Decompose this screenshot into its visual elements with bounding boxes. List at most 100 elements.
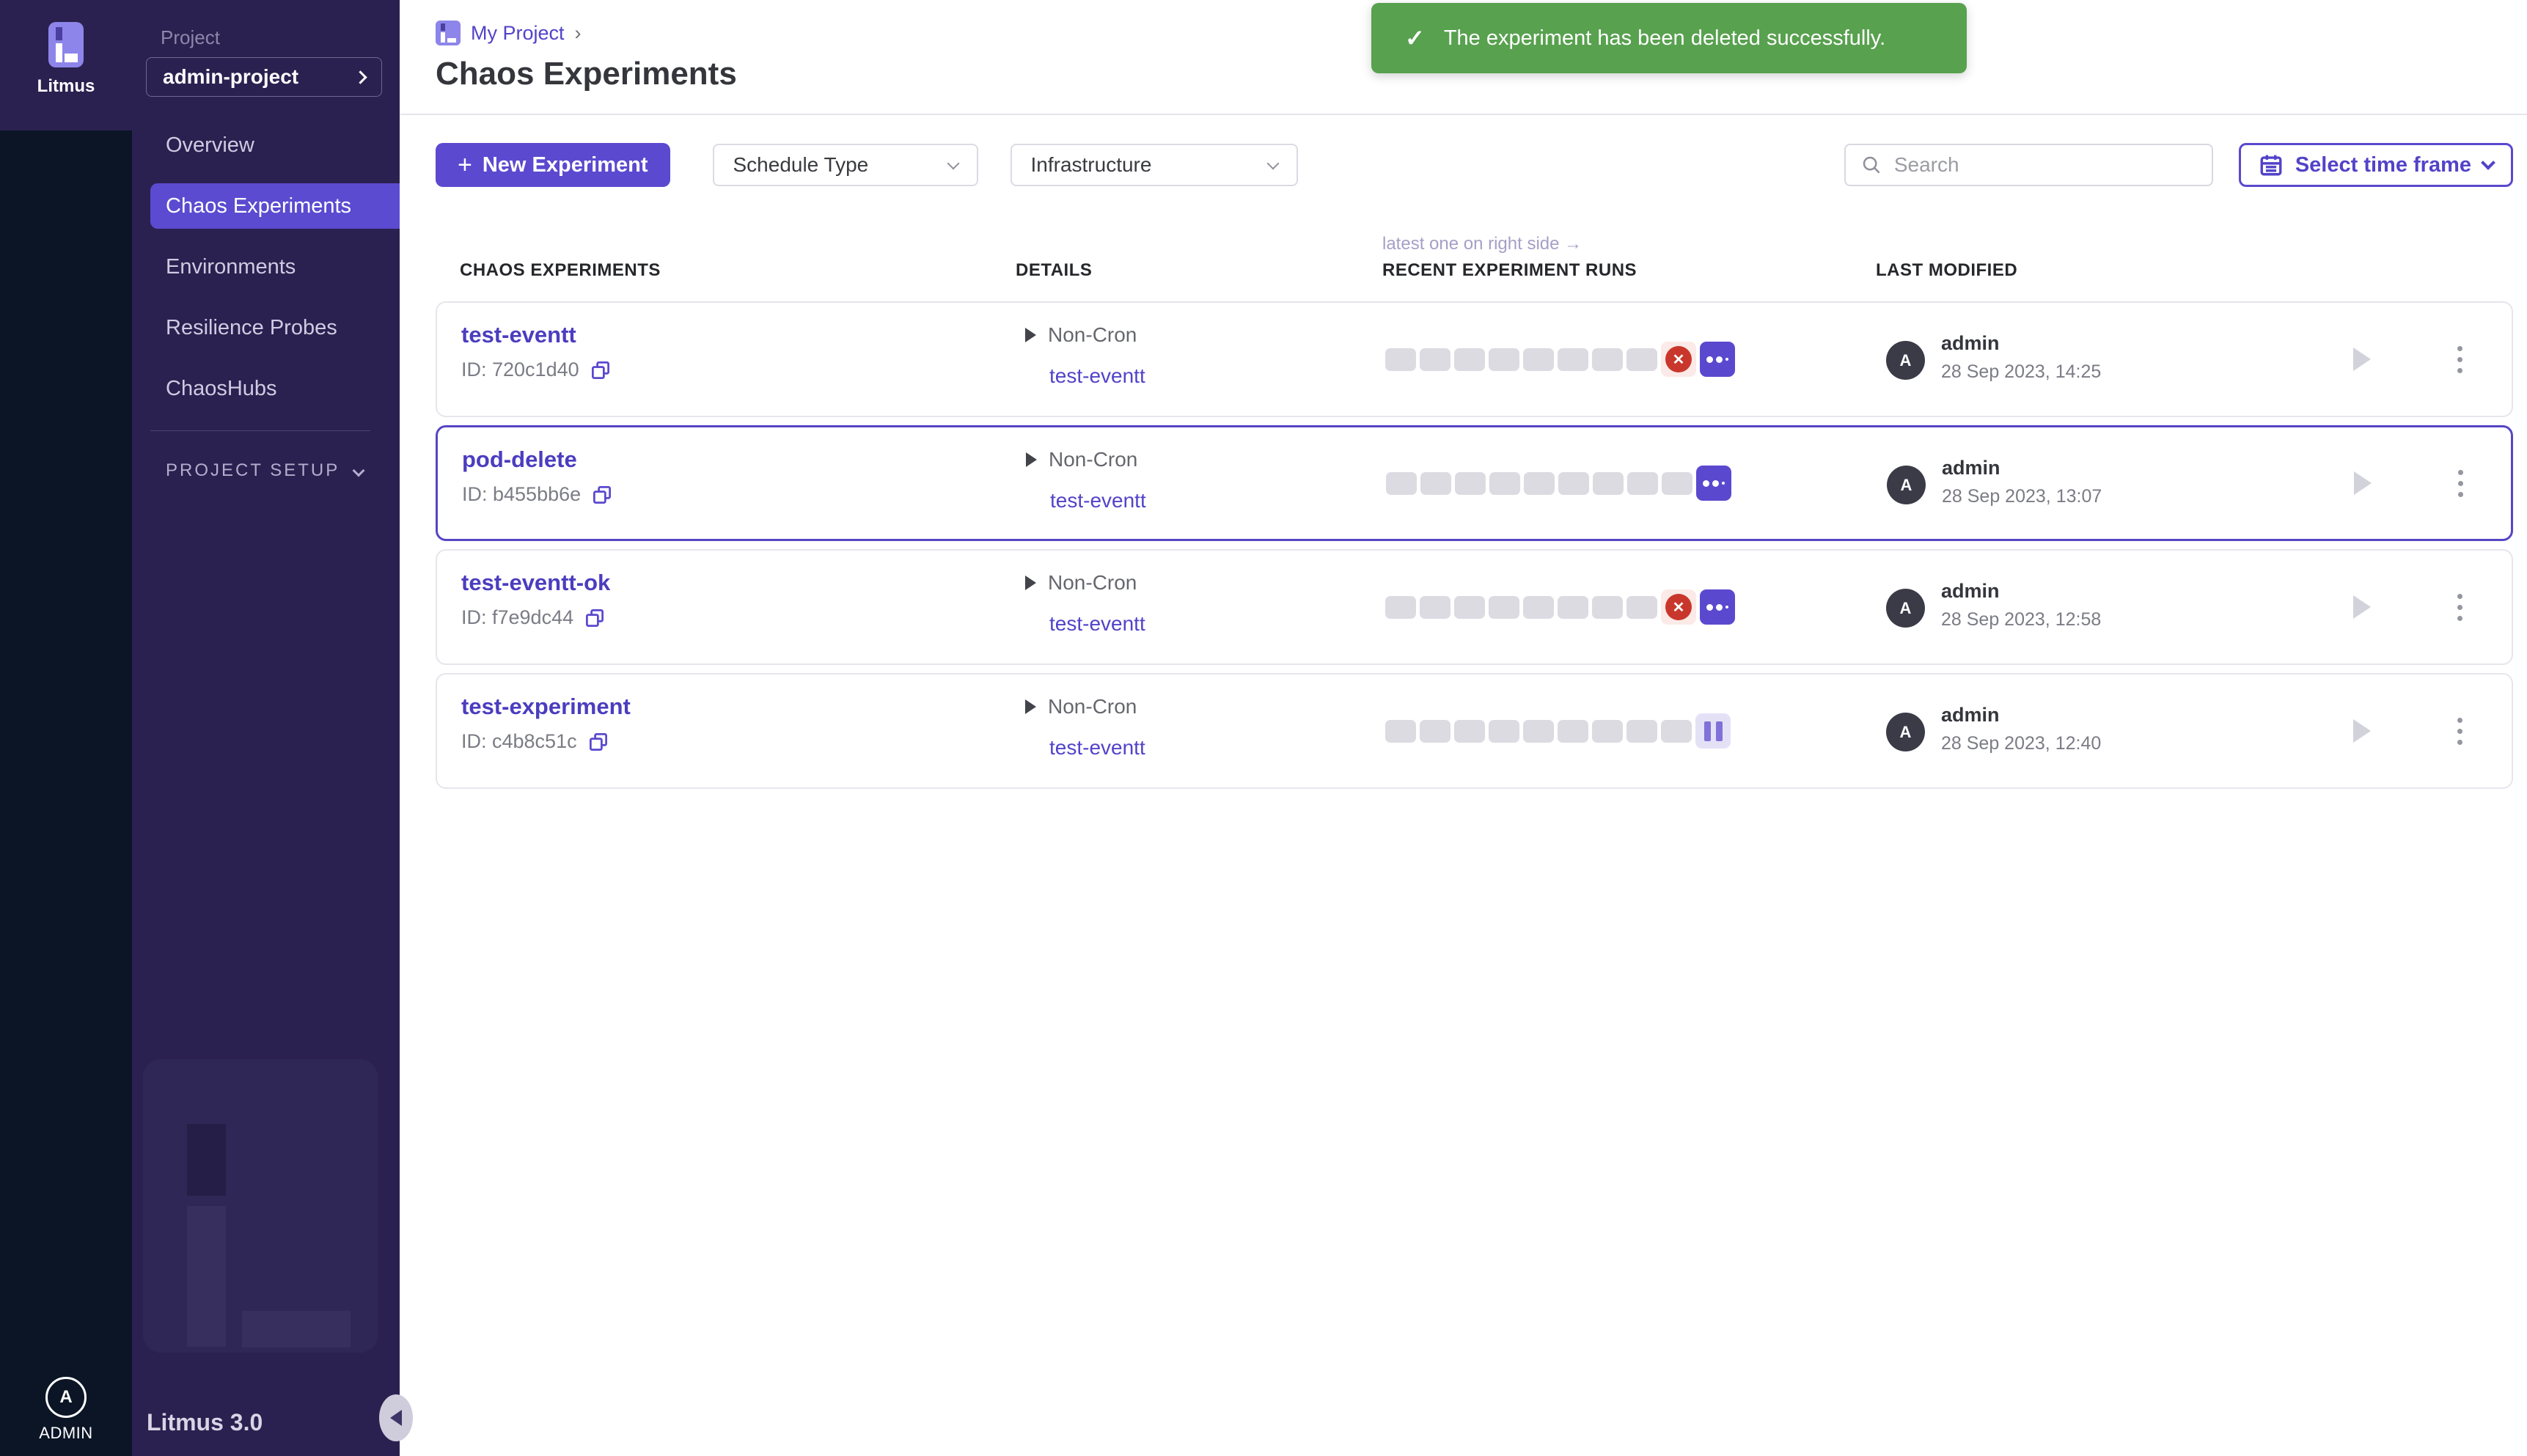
run-experiment-button[interactable]	[2344, 551, 2380, 663]
run-indicator-failed[interactable]: ✕	[1661, 342, 1696, 377]
search-input[interactable]	[1894, 153, 2197, 177]
experiment-id: ID: b455bb6e	[462, 483, 581, 506]
infrastructure-link[interactable]: test-eventt	[1049, 364, 1145, 388]
copy-icon[interactable]	[584, 607, 606, 629]
run-indicator-empty	[1385, 348, 1416, 371]
sidebar-nav: Overview Chaos Experiments Environments …	[132, 122, 400, 427]
run-indicator-empty	[1386, 472, 1417, 495]
table-header: latest one on right side → CHAOS EXPERIM…	[436, 229, 2513, 293]
copy-icon[interactable]	[587, 731, 609, 753]
recent-runs: ✕	[1385, 551, 1735, 663]
run-indicator-paused[interactable]	[1695, 713, 1731, 749]
experiment-name-link[interactable]: test-eventt	[461, 322, 576, 348]
litmus-mini-icon	[436, 21, 461, 45]
schedule-type-select[interactable]: Schedule Type	[713, 144, 978, 186]
run-indicator-empty	[1420, 596, 1450, 619]
schedule-type: Non-Cron	[1048, 571, 1137, 595]
user-label: ADMIN	[39, 1424, 92, 1443]
infrastructure-link[interactable]: test-eventt	[1050, 489, 1146, 512]
user-menu[interactable]: A ADMIN	[39, 1377, 92, 1443]
run-indicator-empty	[1454, 720, 1485, 743]
sidebar-item-overview[interactable]: Overview	[150, 122, 400, 168]
run-indicator-empty	[1385, 720, 1416, 743]
check-icon: ✓	[1405, 24, 1425, 52]
user-avatar[interactable]: A	[45, 1377, 87, 1418]
search-icon	[1860, 154, 1882, 176]
run-indicator-failed[interactable]: ✕	[1661, 589, 1696, 625]
modified-date: 28 Sep 2023, 13:07	[1942, 486, 2102, 507]
runs-order-note: latest one on right side →	[1382, 234, 1582, 254]
sidebar: Project admin-project Overview Chaos Exp…	[132, 0, 400, 1456]
sidebar-item-environments[interactable]: Environments	[150, 244, 400, 290]
project-setup-toggle[interactable]: PROJECT SETUP	[166, 460, 370, 481]
copy-icon[interactable]	[590, 359, 612, 381]
row-menu-button[interactable]	[2445, 303, 2474, 416]
chevron-down-icon	[353, 465, 365, 477]
run-indicator-running[interactable]	[1700, 589, 1735, 625]
sidebar-item-chaos-experiments[interactable]: Chaos Experiments	[150, 183, 400, 229]
experiment-row[interactable]: test-eventt-ok ID: f7e9dc44 Non-Cron tes…	[436, 549, 2513, 665]
recent-runs	[1386, 427, 1731, 539]
run-indicator-empty	[1489, 348, 1519, 371]
play-icon	[2353, 595, 2371, 619]
breadcrumb-separator: ›	[575, 22, 582, 45]
toolbar: + New Experiment Schedule Type Infrastru…	[436, 143, 2513, 187]
run-indicator-empty	[1523, 596, 1554, 619]
search-box	[1844, 144, 2213, 186]
experiment-name-link[interactable]: test-eventt-ok	[461, 570, 610, 596]
run-indicator-empty	[1489, 720, 1519, 743]
run-indicator-empty	[1489, 596, 1519, 619]
run-indicator-empty	[1523, 348, 1554, 371]
sidebar-collapse-button[interactable]	[379, 1394, 413, 1441]
modified-by: admin	[1942, 457, 2000, 479]
run-indicator-empty	[1592, 348, 1623, 371]
run-indicator-empty	[1558, 596, 1588, 619]
infrastructure-link[interactable]: test-eventt	[1049, 612, 1145, 636]
success-toast[interactable]: ✓ The experiment has been deleted succes…	[1371, 3, 1967, 73]
experiment-row[interactable]: test-experiment ID: c4b8c51c Non-Cron te…	[436, 673, 2513, 789]
run-indicator-empty	[1454, 596, 1485, 619]
run-indicator-empty	[1420, 720, 1450, 743]
breadcrumb: My Project ›	[436, 21, 582, 45]
run-indicator-running[interactable]	[1700, 342, 1735, 377]
brand-block: Litmus	[0, 0, 132, 130]
infrastructure-link[interactable]: test-eventt	[1049, 736, 1145, 760]
play-icon	[1025, 699, 1036, 714]
avatar: A	[1886, 713, 1925, 751]
recent-runs	[1385, 674, 1731, 787]
run-experiment-button[interactable]	[2344, 427, 2381, 539]
run-indicator-empty	[1523, 720, 1554, 743]
experiment-row[interactable]: pod-delete ID: b455bb6e Non-Cron test-ev…	[436, 425, 2513, 541]
run-indicator-empty	[1420, 348, 1450, 371]
experiment-name-link[interactable]: pod-delete	[462, 446, 577, 473]
modified-date: 28 Sep 2023, 12:40	[1941, 733, 2101, 754]
select-time-frame-button[interactable]: Select time frame	[2239, 143, 2513, 187]
schedule-type: Non-Cron	[1049, 448, 1137, 471]
run-experiment-button[interactable]	[2344, 303, 2380, 416]
chevron-down-icon	[2481, 155, 2495, 170]
litmus-watermark	[143, 1059, 378, 1353]
run-experiment-button[interactable]	[2344, 674, 2380, 787]
project-label: Project	[161, 26, 220, 49]
run-indicator-running[interactable]	[1696, 466, 1731, 501]
schedule-type: Non-Cron	[1048, 323, 1137, 347]
row-menu-button[interactable]	[2445, 551, 2474, 663]
litmus-logo-icon[interactable]	[48, 22, 84, 67]
run-indicator-empty	[1558, 720, 1588, 743]
project-selector[interactable]: admin-project	[146, 57, 382, 97]
experiments-list: test-eventt ID: 720c1d40 Non-Cron test-e…	[436, 301, 2513, 789]
experiment-id: ID: c4b8c51c	[461, 730, 577, 753]
row-menu-button[interactable]	[2445, 674, 2474, 787]
copy-icon[interactable]	[591, 484, 613, 506]
modified-date: 28 Sep 2023, 14:25	[1941, 361, 2101, 383]
experiment-name-link[interactable]: test-experiment	[461, 694, 631, 720]
row-menu-button[interactable]	[2446, 427, 2475, 539]
calendar-icon	[2259, 152, 2284, 177]
new-experiment-button[interactable]: + New Experiment	[436, 143, 670, 187]
sidebar-item-chaoshubs[interactable]: ChaosHubs	[150, 366, 400, 411]
experiment-row[interactable]: test-eventt ID: 720c1d40 Non-Cron test-e…	[436, 301, 2513, 417]
breadcrumb-project-link[interactable]: My Project	[471, 22, 565, 45]
run-indicator-empty	[1626, 720, 1657, 743]
infrastructure-select[interactable]: Infrastructure	[1011, 144, 1298, 186]
sidebar-item-resilience-probes[interactable]: Resilience Probes	[150, 305, 400, 350]
